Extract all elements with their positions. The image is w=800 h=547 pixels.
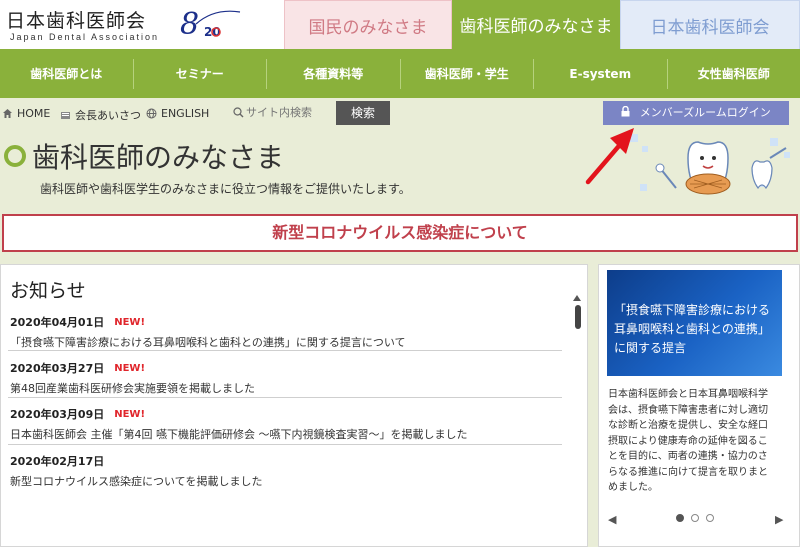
news-scrollbar-thumb[interactable] [575, 305, 581, 329]
description-line: らなる推進に向けて提言を取りまと [608, 466, 768, 478]
red-arrow-annotation [585, 128, 634, 185]
feature-card-description: 日本歯科医師会と日本耳鼻咽喉科学 会は、摂食嚥下障害患者に対し適切 な診断と治療… [608, 387, 786, 496]
greeting-link-label: 会長あいさつ [75, 109, 141, 122]
page-title: 歯科医師のみなさま [4, 136, 284, 176]
globe-icon [146, 108, 157, 119]
news-divider [8, 397, 562, 398]
new-badge: NEW! [114, 362, 146, 374]
caption-line: 耳鼻咽喉科と歯科との連携」 [614, 322, 770, 336]
person-icon [61, 111, 70, 119]
nav-item-about-dentist[interactable]: 歯科医師とは [0, 58, 134, 89]
nav-item-seminar[interactable]: セミナー [134, 58, 267, 89]
search-input[interactable] [232, 101, 336, 125]
description-line: とを目的に、両者の連携・協力のさ [608, 451, 768, 462]
news-item[interactable]: 2020年03月27日 NEW! 第48回産業歯科医研修会実施要領を掲載しました [0, 360, 566, 396]
site-header: 日本歯科医師会 Japan Dental Association 8 20 国民… [0, 0, 800, 49]
caption-line: に関する提言 [614, 341, 687, 355]
home-icon [3, 109, 12, 118]
site-logo-subtitle: Japan Dental Association [10, 32, 160, 42]
description-line: めました。 [608, 482, 658, 493]
tab-dentist[interactable]: 歯科医師のみなさま [452, 0, 620, 49]
lock-icon [621, 105, 630, 117]
tab-public[interactable]: 国民のみなさま [284, 0, 452, 49]
logo-8020-eight: 8 [180, 7, 199, 42]
tooth-mascot-illustration [630, 134, 790, 195]
news-text[interactable]: 日本歯科医師会 主催「第4回 嚥下機能評価研修会 ～嚥下内視鏡検査実習～」を掲載… [10, 426, 566, 442]
global-nav: 歯科医師とは セミナー 各種資料等 歯科医師・学生 E-system 女性歯科医… [0, 49, 800, 98]
description-line: 摂取により健康寿命の延伸を図るこ [608, 435, 768, 447]
news-heading: お知らせ [10, 280, 86, 302]
news-item[interactable]: 2020年04月01日 NEW! 「摂食嚥下障害診療における耳鼻咽喉科と歯科との… [0, 314, 566, 350]
english-link-label: ENGLISH [161, 107, 210, 120]
news-date: 2020年03月09日 [10, 408, 105, 421]
news-date: 2020年03月27日 [10, 362, 105, 375]
carousel-dot[interactable] [676, 514, 684, 522]
news-date: 2020年02月17日 [10, 455, 105, 468]
home-link[interactable]: HOME [2, 107, 50, 120]
scroll-up-arrow-icon[interactable] [572, 294, 582, 302]
news-text[interactable]: 第48回産業歯科医研修会実施要領を掲載しました [10, 380, 566, 396]
new-badge: NEW! [114, 408, 146, 420]
news-divider [8, 350, 562, 351]
member-login-label: メンバーズルームログイン [639, 106, 771, 119]
carousel-prev-button[interactable]: ◀ [608, 513, 616, 526]
english-link[interactable]: ENGLISH [146, 107, 209, 120]
tab-association[interactable]: 日本歯科医師会 [620, 0, 800, 49]
new-badge: NEW! [114, 316, 146, 328]
nav-item-esystem[interactable]: E-system [534, 58, 668, 89]
news-text[interactable]: 新型コロナウイルス感染症についてを掲載しました [10, 473, 566, 489]
nav-item-women-dentists[interactable]: 女性歯科医師 [668, 59, 800, 89]
news-item[interactable]: 2020年03月09日 NEW! 日本歯科医師会 主催「第4回 嚥下機能評価研修… [0, 406, 566, 442]
search-button[interactable]: 検索 [336, 101, 390, 125]
site-logo-text[interactable]: 日本歯科医師会 [6, 6, 146, 33]
page-title-text: 歯科医師のみなさま [32, 141, 285, 174]
greeting-link[interactable]: 会長あいさつ [60, 107, 141, 123]
logo-8020-mark: 8 20 [180, 7, 241, 42]
title-ring-icon [4, 145, 26, 167]
description-line: 日本歯科医師会と日本耳鼻咽喉科学 [608, 389, 768, 400]
feature-card-image-caption[interactable]: 「摂食嚥下障害診療における 耳鼻咽喉科と歯科との連携」 に関する提言 [614, 301, 784, 358]
caption-line: 「摂食嚥下障害診療における [614, 303, 771, 317]
news-divider [8, 444, 562, 445]
description-line: 会は、摂食嚥下障害患者に対し適切 [608, 404, 768, 416]
carousel-dot[interactable] [706, 514, 714, 522]
covid-banner-link[interactable]: 新型コロナウイルス感染症について [2, 214, 798, 252]
news-text[interactable]: 「摂食嚥下障害診療における耳鼻咽喉科と歯科との連携」に関する提言について [10, 334, 566, 350]
description-line: な診断と治療を提供し、安全な経口 [608, 420, 768, 431]
carousel-dot[interactable] [691, 514, 699, 522]
home-link-label: HOME [17, 107, 51, 120]
page-subtitle: 歯科医師や歯科医学生のみなさまに役立つ情報をご提供いたします。 [40, 182, 411, 196]
news-item[interactable]: 2020年02月17日 新型コロナウイルス感染症についてを掲載しました [0, 453, 566, 489]
nav-item-students[interactable]: 歯科医師・学生 [401, 58, 534, 89]
nav-item-materials[interactable]: 各種資料等 [267, 58, 401, 89]
carousel-next-button[interactable]: ▶ [775, 513, 783, 526]
news-date: 2020年04月01日 [10, 316, 105, 329]
